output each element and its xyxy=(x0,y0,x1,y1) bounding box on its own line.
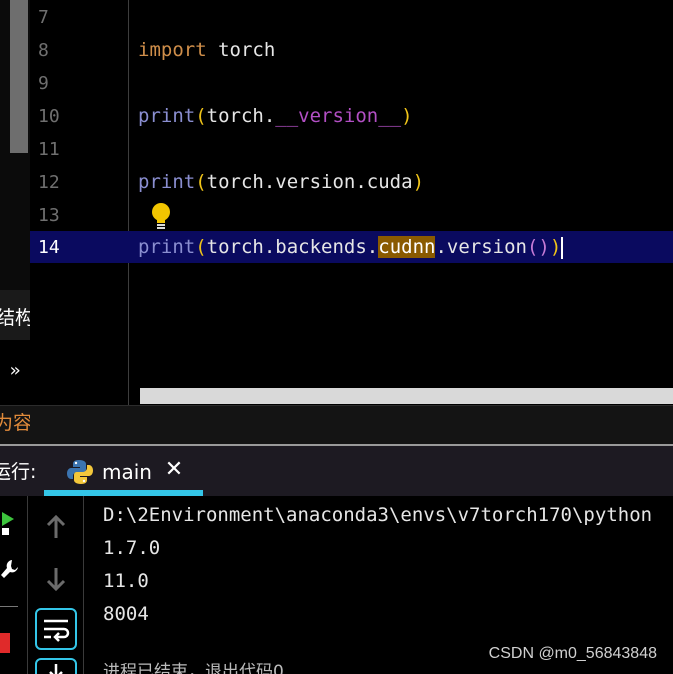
paren-pair: () xyxy=(526,236,550,258)
project-panel-edge xyxy=(0,0,30,290)
text-caret xyxy=(561,236,564,259)
run-tool-header: 运行: main ✕ xyxy=(0,446,673,496)
structure-tool-tab[interactable]: 结构 xyxy=(0,290,30,340)
code-line-10[interactable]: print(torch.__version__) xyxy=(138,100,413,133)
notification-text[interactable]: 为容 xyxy=(0,406,30,444)
arrow-up-icon[interactable] xyxy=(45,514,67,540)
code-text: .version xyxy=(435,236,527,258)
scroll-to-end-icon[interactable] xyxy=(35,658,77,674)
console-line: D:\2Environment\anaconda3\envs\v7torch17… xyxy=(103,504,653,526)
console-line: 11.0 xyxy=(103,570,149,592)
code-line-14[interactable]: print(torch.backends.cudnn.version()) xyxy=(138,231,564,264)
scroll-end-glyph xyxy=(49,664,63,674)
code-text: torch.version.cuda xyxy=(206,171,413,193)
code-text: torch.backends. xyxy=(206,236,379,258)
code-line-12[interactable]: print(torch.version.cuda) xyxy=(138,166,424,199)
paren-open: ( xyxy=(195,236,207,258)
toolbar-separator xyxy=(0,606,18,607)
close-icon[interactable]: ✕ xyxy=(164,459,184,481)
run-toolbar-secondary xyxy=(28,496,84,674)
run-label: 运行: xyxy=(0,461,37,483)
line-number: 8 xyxy=(38,40,49,61)
line-number: 11 xyxy=(38,139,60,160)
wrench-icon[interactable] xyxy=(0,558,18,582)
stop-icon[interactable] xyxy=(0,633,10,653)
watermark: CSDN @m0_56843848 xyxy=(488,645,657,662)
paren-close: ) xyxy=(401,105,413,127)
rerun-icon[interactable] xyxy=(0,508,18,536)
line-number: 9 xyxy=(38,73,49,94)
code-line-8[interactable]: import torch xyxy=(138,34,275,67)
wrap-lines-icon xyxy=(44,619,70,642)
notification-strip: 为容 xyxy=(0,405,673,445)
more-tools-chevron-icon[interactable]: » xyxy=(0,345,30,400)
line-number: 13 xyxy=(38,205,60,226)
arrow-down-icon[interactable] xyxy=(45,566,67,592)
line-number: 7 xyxy=(38,7,49,28)
paren-open: ( xyxy=(195,105,207,127)
dunder-attribute: __version__ xyxy=(275,105,402,127)
line-number: 12 xyxy=(38,172,60,193)
paren-close: ) xyxy=(412,171,425,193)
vertical-scrollbar-thumb[interactable] xyxy=(10,0,28,153)
lightbulb-icon[interactable] xyxy=(150,202,172,230)
run-toolbar-primary xyxy=(0,496,28,674)
soft-wrap-icon[interactable] xyxy=(35,608,77,650)
paren-close: ) xyxy=(549,236,562,258)
horizontal-scrollbar[interactable] xyxy=(140,388,673,404)
line-number-active: 14 xyxy=(38,237,60,258)
builtin-print: print xyxy=(138,236,196,258)
code-text: torch. xyxy=(206,105,276,127)
line-number: 10 xyxy=(38,106,60,127)
search-highlight: cudnn xyxy=(378,236,436,258)
module-name: torch xyxy=(206,39,276,61)
builtin-print: print xyxy=(138,171,196,193)
keyword-import: import xyxy=(138,39,207,61)
console-line: 1.7.0 xyxy=(103,537,161,559)
console-line: 8004 xyxy=(103,603,149,625)
builtin-print: print xyxy=(138,105,196,127)
paren-open: ( xyxy=(195,171,207,193)
tab-main[interactable]: main ✕ xyxy=(44,446,203,496)
python-icon xyxy=(67,460,93,484)
console-line: 进程已结束，退出代码0 xyxy=(103,662,284,674)
